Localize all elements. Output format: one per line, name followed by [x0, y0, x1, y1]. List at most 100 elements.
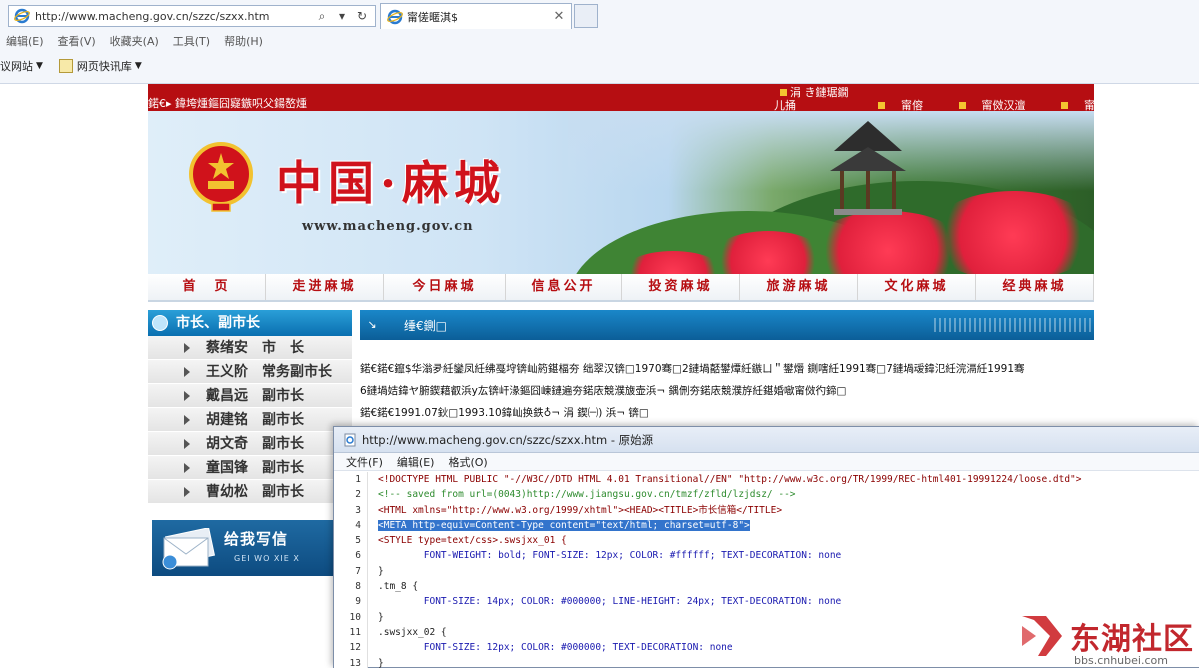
- line-number: 13: [334, 655, 368, 668]
- pavilion-icon: [830, 121, 906, 215]
- line-number: 6: [334, 548, 368, 564]
- leaders-panel: 市长、副市长 蔡绪安市 长 王义阶 常务副市长 戴昌远 副市长 胡建铭 副市长 胡文奇…: [148, 310, 352, 504]
- leader-item[interactable]: 胡建铭 副市长: [148, 408, 352, 432]
- nav-today[interactable]: 今日麻城: [384, 274, 506, 300]
- topbar-left-text: 鍩€▸ 鍏垮煄鏂囧寲鏃呮父鍚嶅煄: [148, 97, 308, 110]
- nav-culture[interactable]: 文化麻城: [858, 274, 976, 300]
- favorite-item[interactable]: 议网站 ▼: [0, 58, 43, 74]
- line-number: 4: [334, 517, 368, 534]
- ie-icon: [387, 9, 403, 24]
- nav-classic[interactable]: 经典麻城: [976, 274, 1094, 300]
- banner-url: www.macheng.gov.cn: [302, 219, 474, 234]
- search-icon[interactable]: ⌕: [315, 9, 329, 23]
- leader-position: 副市长: [262, 436, 304, 452]
- content-body: 鍩€鍩€鑹$华滃夛紝鑾凤紝绋戞垨锛屾箹鍖楅夯 绌翠汉锛□1970骞□2鏈堝嚭鐢燂…: [360, 358, 1094, 424]
- favorite-label: 议网站: [0, 60, 33, 73]
- menu-view[interactable]: 查看(V): [58, 33, 96, 49]
- line-number: 1: [334, 472, 368, 488]
- line-number: 5: [334, 533, 368, 549]
- line-code: <HTML xmlns="http://www.w3.org/1999/xhtm…: [378, 504, 783, 516]
- leader-position: 副市长: [262, 412, 304, 428]
- line-number: 2: [334, 487, 368, 503]
- favorite-item[interactable]: 网页快讯库 ▼: [53, 58, 142, 74]
- watermark-url: bbs.cnhubei.com: [1074, 654, 1168, 667]
- chevron-down-icon: ▼: [36, 61, 43, 71]
- browser-tab[interactable]: 甯傞暱淇$ ✕: [380, 3, 572, 29]
- watermark-title: 东湖社区: [1070, 622, 1194, 657]
- source-line: 3 <HTML xmlns="http://www.w3.org/1999/xht…: [334, 502, 1199, 518]
- donghu-logo-icon: [1022, 616, 1062, 656]
- leader-item[interactable]: 胡文奇 副市长: [148, 432, 352, 456]
- leader-item[interactable]: 童国锋 副市长: [148, 456, 352, 480]
- arrow-right-icon: [184, 343, 190, 353]
- bullet-icon: [878, 102, 885, 109]
- leader-position: 副市长: [262, 484, 304, 500]
- source-menu-format[interactable]: 格式(O): [448, 454, 487, 470]
- leader-name: 曹幼松: [206, 484, 248, 500]
- source-menu-file[interactable]: 文件(F): [346, 454, 383, 470]
- menu-help[interactable]: 帮助(H): [224, 33, 263, 49]
- leader-name: 蔡绪安: [206, 340, 248, 356]
- nav-home[interactable]: 首 页: [148, 274, 266, 300]
- write-letter-subtitle: GEI WO XIE X: [234, 554, 300, 563]
- source-line: 5 <STYLE type=text/css>.swsjxx_01 {: [334, 533, 1199, 549]
- page-icon: [58, 59, 73, 73]
- write-letter-button[interactable]: 给我写信 GEI WO XIE X: [152, 520, 342, 576]
- content-title: 缍€鍘□: [404, 319, 447, 333]
- line-code: .tm_8 {: [378, 581, 419, 593]
- close-icon[interactable]: ✕: [551, 9, 567, 24]
- source-line: 2 <!-- saved from url=(0043)http://www.ji…: [334, 487, 1199, 503]
- bullet-icon: [1061, 102, 1068, 109]
- nav-about[interactable]: 走进麻城: [266, 274, 384, 300]
- menu-edit[interactable]: 编辑(E): [6, 33, 44, 49]
- envelope-icon: [162, 528, 216, 570]
- leader-name: 童国锋: [206, 460, 248, 476]
- line-code: FONT-SIZE: 14px; COLOR: #000000; LINE-HE…: [378, 596, 842, 608]
- line-number: 3: [334, 502, 368, 518]
- browser-chrome: http://www.macheng.gov.cn/szzc/szxx.htm …: [0, 0, 1199, 84]
- arrow-right-icon: [184, 439, 190, 449]
- national-emblem-icon: [189, 142, 253, 212]
- source-line: 8 .tm_8 {: [334, 579, 1199, 595]
- site-nav: 首 页 走进麻城 今日麻城 信息公开 投资麻城 旅游麻城 文化麻城 经典麻城: [148, 274, 1094, 302]
- leaders-panel-header: 市长、副市长: [148, 310, 352, 336]
- address-bar[interactable]: http://www.macheng.gov.cn/szzc/szxx.htm …: [8, 5, 376, 27]
- nav-travel[interactable]: 旅游麻城: [740, 274, 858, 300]
- bullet-icon: [958, 102, 966, 109]
- leader-position: 副市长: [262, 388, 304, 404]
- leader-item[interactable]: 蔡绪安市 长: [148, 336, 352, 360]
- leader-position: 市 长: [262, 340, 304, 356]
- address-url[interactable]: http://www.macheng.gov.cn/szzc/szxx.htm: [35, 10, 315, 23]
- write-letter-title: 给我写信: [224, 530, 289, 548]
- source-menu-edit[interactable]: 编辑(E): [397, 454, 435, 470]
- menu-tools[interactable]: 工具(T): [173, 33, 210, 49]
- source-line: 4 <META http-equiv=Content-Type content="…: [334, 517, 1199, 534]
- new-tab-button[interactable]: [574, 4, 598, 28]
- source-line: 1 <!DOCTYPE HTML PUBLIC "-//W3C//DTD HTML…: [334, 472, 1199, 488]
- arrow-right-icon: [184, 463, 190, 473]
- source-menu-bar: 文件(F) 编辑(E) 格式(O): [334, 453, 1199, 471]
- arrow-right-icon: [184, 415, 190, 425]
- watermark: 东湖社区 bbs.cnhubei.com: [1018, 612, 1199, 668]
- content-panel: ↘ 缍€鍘□ 鍩€鍩€鑹$华滃夛紝鑾凤紝绋戞垨锛屾箹鍖楅夯 绌翠汉锛□1970骞…: [360, 310, 1094, 419]
- leader-item[interactable]: 戴昌远 副市长: [148, 384, 352, 408]
- arrow-icon: ↘: [367, 318, 377, 331]
- arrow-right-icon: [184, 391, 190, 401]
- leader-position: 副市长: [262, 460, 304, 476]
- leader-name: 戴昌远: [206, 388, 248, 404]
- chevron-down-icon: ▼: [134, 61, 142, 71]
- leader-name: 胡建铭: [206, 412, 248, 428]
- nav-info[interactable]: 信息公开: [506, 274, 622, 300]
- banner-title: 中国·麻城: [276, 156, 507, 210]
- leader-item[interactable]: 曹幼松 副市长: [148, 480, 352, 504]
- line-code: <STYLE type=text/css>.swsjxx_01 {: [378, 535, 567, 547]
- leader-item[interactable]: 王义阶 常务副市长: [148, 360, 352, 384]
- line-code: }: [378, 611, 384, 623]
- page-icon: [344, 433, 356, 446]
- nav-invest[interactable]: 投资麻城: [622, 274, 740, 300]
- refresh-icon[interactable]: ↻: [355, 9, 369, 23]
- source-window-title: http://www.macheng.gov.cn/szzc/szxx.htm …: [362, 432, 654, 447]
- menu-favorites[interactable]: 收藏夹(A): [110, 33, 159, 49]
- dropdown-icon[interactable]: ▾: [335, 9, 349, 23]
- tab-title: 甯傞暱淇$: [407, 10, 458, 24]
